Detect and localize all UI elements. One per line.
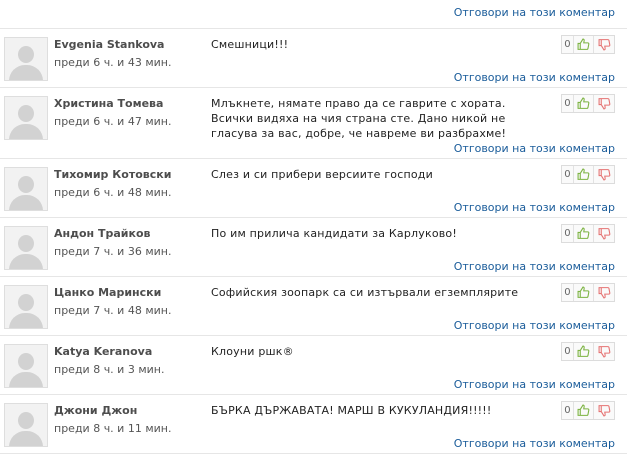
thumbs-up-icon[interactable] xyxy=(572,284,594,301)
vote-count: 0 xyxy=(564,169,571,180)
reply-link[interactable]: Отговори на този коментар xyxy=(454,437,615,450)
comment-timestamp: преди 6 ч. и 43 мин. xyxy=(54,56,172,69)
comment-author[interactable]: Evgenia Stankova xyxy=(54,38,164,51)
comment-text: Софийския зоопарк са си изтървали егземп… xyxy=(211,286,519,299)
reply-link[interactable]: Отговори на този коментар xyxy=(454,201,615,214)
thumbs-up-icon[interactable] xyxy=(572,343,594,360)
thumbs-up-icon[interactable] xyxy=(572,225,594,242)
reply-link[interactable]: Отговори на този коментар xyxy=(454,142,615,155)
vote-box: 0 xyxy=(561,165,615,184)
comment-author[interactable]: Андон Трайков xyxy=(54,227,150,240)
comment-item: Тихомир Котовски преди 6 ч. и 48 мин. Сл… xyxy=(0,159,627,218)
vote-box: 0 xyxy=(561,94,615,113)
comment-text: Слез и си прибери версиите господи xyxy=(211,168,433,181)
reply-link[interactable]: Отговори на този коментар xyxy=(454,6,615,19)
reply-link[interactable]: Отговори на този коментар xyxy=(454,378,615,391)
vote-box: 0 xyxy=(561,401,615,420)
comment-text: БЪРКА ДЪРЖАВАТА! МАРШ В КУКУЛАНДИЯ!!!!! xyxy=(211,404,492,417)
comment-timestamp: преди 8 ч. и 3 мин. xyxy=(54,363,165,376)
comment-item: Андон Трайков преди 7 ч. и 36 мин. По им… xyxy=(0,218,627,277)
comment-item: Христина Томева преди 6 ч. и 47 мин. Млъ… xyxy=(0,88,627,159)
comment-author[interactable]: Христина Томева xyxy=(54,97,163,110)
vote-box: 0 xyxy=(561,283,615,302)
thumbs-up-icon[interactable] xyxy=(572,95,594,112)
comment-item: Evgenia Stankova преди 6 ч. и 43 мин. См… xyxy=(0,29,627,88)
avatar xyxy=(4,226,48,270)
avatar xyxy=(4,37,48,81)
comments-list: Evgenia Stankova преди 6 ч. и 43 мин. См… xyxy=(0,29,627,454)
comment-author[interactable]: Цанко Марински xyxy=(54,286,161,299)
reply-link[interactable]: Отговори на този коментар xyxy=(454,319,615,332)
comment-timestamp: преди 6 ч. и 47 мин. xyxy=(54,115,172,128)
vote-box: 0 xyxy=(561,35,615,54)
comment-timestamp: преди 7 ч. и 48 мин. xyxy=(54,304,172,317)
thumbs-up-icon[interactable] xyxy=(572,402,594,419)
comment-text: Клоуни ршк® xyxy=(211,345,294,358)
thumbs-down-icon[interactable] xyxy=(593,95,614,112)
vote-count: 0 xyxy=(564,98,571,109)
comment-item: Цанко Марински преди 7 ч. и 48 мин. Софи… xyxy=(0,277,627,336)
comment-author[interactable]: Джони Джон xyxy=(54,404,137,417)
vote-count: 0 xyxy=(564,405,571,416)
avatar xyxy=(4,344,48,388)
comment-text: Смешници!!! xyxy=(211,38,289,51)
thumbs-down-icon[interactable] xyxy=(593,343,614,360)
comment-item: Katya Keranova преди 8 ч. и 3 мин. Клоун… xyxy=(0,336,627,395)
reply-link[interactable]: Отговори на този коментар xyxy=(454,260,615,273)
thumbs-down-icon[interactable] xyxy=(593,284,614,301)
thumbs-down-icon[interactable] xyxy=(593,166,614,183)
vote-box: 0 xyxy=(561,342,615,361)
reply-link[interactable]: Отговори на този коментар xyxy=(454,71,615,84)
thumbs-down-icon[interactable] xyxy=(593,36,614,53)
vote-count: 0 xyxy=(564,39,571,50)
comment-text: Млъкнете, нямате право да се гаврите с х… xyxy=(211,97,507,140)
comment-timestamp: преди 8 ч. и 11 мин. xyxy=(54,422,172,435)
thumbs-down-icon[interactable] xyxy=(593,225,614,242)
comment-author[interactable]: Katya Keranova xyxy=(54,345,152,358)
thumbs-up-icon[interactable] xyxy=(572,166,594,183)
comment-timestamp: преди 6 ч. и 48 мин. xyxy=(54,186,172,199)
comment-author[interactable]: Тихомир Котовски xyxy=(54,168,171,181)
thumbs-down-icon[interactable] xyxy=(593,402,614,419)
thumbs-up-icon[interactable] xyxy=(572,36,594,53)
comment-item: Джони Джон преди 8 ч. и 11 мин. БЪРКА ДЪ… xyxy=(0,395,627,454)
comment-timestamp: преди 7 ч. и 36 мин. xyxy=(54,245,172,258)
vote-count: 0 xyxy=(564,346,571,357)
avatar xyxy=(4,167,48,211)
avatar xyxy=(4,96,48,140)
comment-text: По им прилича кандидати за Карлуково! xyxy=(211,227,457,240)
vote-box: 0 xyxy=(561,224,615,243)
vote-count: 0 xyxy=(564,287,571,298)
avatar xyxy=(4,285,48,329)
avatar xyxy=(4,403,48,447)
vote-count: 0 xyxy=(564,228,571,239)
